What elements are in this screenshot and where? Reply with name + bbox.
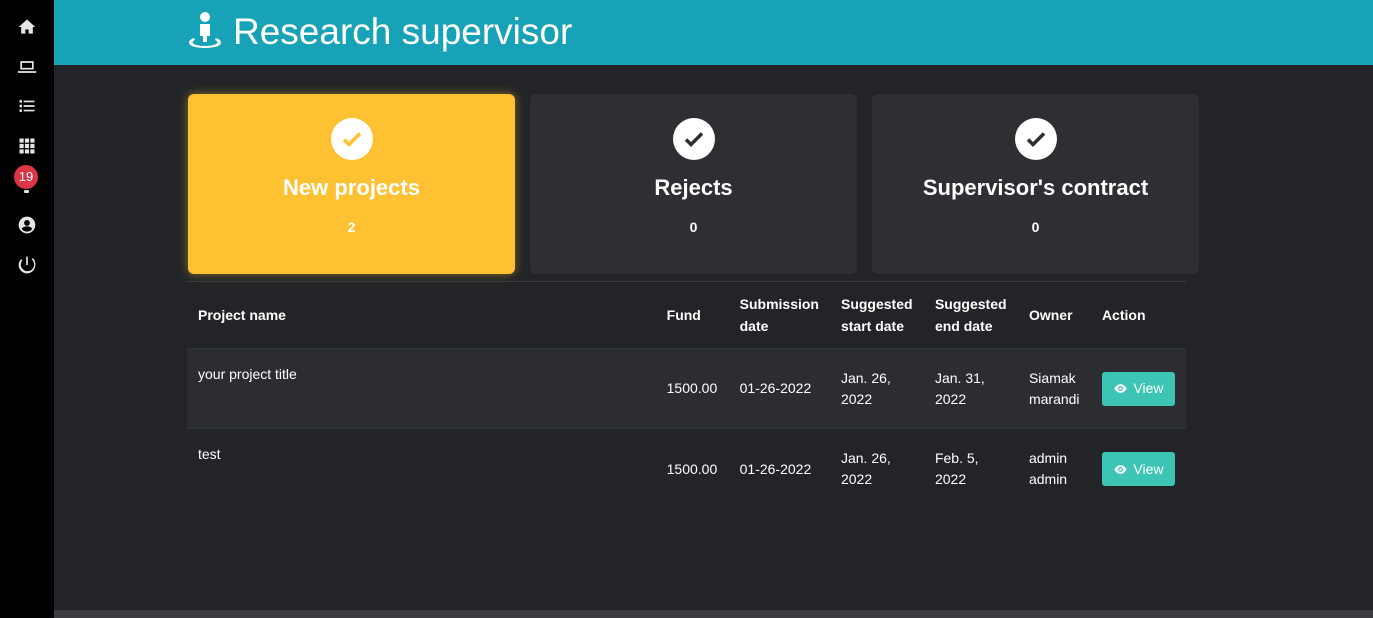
card-title: New projects — [283, 175, 420, 200]
view-button[interactable]: View — [1101, 371, 1175, 406]
footer-bar — [54, 610, 1373, 618]
view-button-label: View — [1133, 460, 1164, 477]
cell-owner: admin admin — [1017, 428, 1091, 509]
grid-icon[interactable] — [15, 134, 39, 158]
projects-table: Project name Fund Submission date Suggest… — [187, 281, 1186, 509]
power-icon[interactable] — [15, 253, 39, 277]
eye-icon — [1114, 384, 1128, 393]
cell-fund: 1500.00 — [655, 428, 729, 509]
cell-line: Jan. 31, — [934, 369, 985, 386]
col-header-submission-date: Submission date — [729, 282, 830, 349]
col-header-start-date: Suggested start date — [830, 282, 924, 349]
page-title: Research supervisor — [233, 11, 573, 52]
user-circle-icon[interactable] — [15, 213, 39, 237]
cell-fund: 1500.00 — [655, 348, 729, 429]
cell-action: View — [1090, 348, 1186, 429]
cell-owner: Siamak marandi — [1017, 348, 1091, 429]
cell-line: Siamak — [1028, 369, 1076, 386]
cell-line: 2022 — [840, 471, 873, 487]
cell-line: admin — [1028, 450, 1068, 466]
card-count: 0 — [689, 219, 698, 235]
cell-line: Jan. 26, — [840, 450, 891, 466]
col-header-owner: Owner — [1028, 307, 1073, 323]
cell-line: Jan. 26, — [840, 369, 891, 386]
card-new-projects[interactable]: New projects 2 — [188, 94, 515, 274]
cell-project-name: test — [187, 428, 656, 509]
card-count: 2 — [347, 219, 356, 235]
cell-line: admin — [1028, 471, 1068, 487]
card-rejects[interactable]: Rejects 0 — [530, 94, 857, 274]
check-circle-icon — [1014, 118, 1057, 160]
card-supervisors-contract[interactable]: Supervisor's contract 0 — [872, 94, 1199, 274]
col-header-action: Action — [1101, 307, 1146, 323]
card-count: 0 — [1031, 219, 1040, 235]
home-icon[interactable] — [15, 15, 39, 39]
card-title: Supervisor's contract — [922, 175, 1149, 200]
view-button-label: View — [1133, 380, 1164, 396]
header-line: date — [739, 318, 769, 334]
header-line: end date — [934, 318, 993, 334]
table-header-row: Project name Fund Submission date Suggest… — [187, 282, 1186, 349]
header-line: start date — [840, 318, 905, 334]
cell-line: Feb. 5, — [934, 450, 979, 466]
list-icon[interactable] — [15, 94, 39, 118]
cell-start-date: Jan. 26, 2022 — [829, 428, 924, 509]
view-button[interactable]: View — [1101, 452, 1175, 486]
notification-badge[interactable]: 19 — [14, 165, 38, 189]
header-line: Suggested — [934, 296, 1007, 312]
table-row: your project title 1500.00 01-26-2022 Ja… — [187, 348, 1186, 429]
header-line: Suggested — [840, 296, 913, 312]
card-title: Rejects — [654, 175, 733, 200]
cell-end-date: Jan. 31, 2022 — [923, 348, 1018, 429]
cell-line: 2022 — [934, 390, 967, 407]
cell-project-name: your project title — [187, 348, 656, 429]
check-circle-icon — [672, 118, 715, 160]
table-row: test 1500.00 01-26-2022 Jan. 26, 2022 Feb… — [187, 428, 1186, 509]
person-location-icon — [186, 11, 224, 49]
header-bar: Research supervisor — [54, 0, 1373, 65]
cell-line: 2022 — [840, 390, 873, 407]
cell-action: View — [1090, 428, 1186, 509]
col-header-fund: Fund — [666, 307, 701, 323]
cell-line: marandi — [1028, 390, 1080, 407]
sidebar: 19 — [0, 0, 54, 618]
cell-start-date: Jan. 26, 2022 — [829, 348, 924, 429]
eye-icon — [1114, 464, 1128, 474]
header-line: Submission — [739, 296, 819, 312]
cell-submission-date: 01-26-2022 — [728, 428, 830, 509]
laptop-icon[interactable] — [15, 55, 39, 79]
cell-line: 2022 — [934, 471, 967, 487]
check-circle-icon — [330, 118, 373, 160]
cell-end-date: Feb. 5, 2022 — [923, 428, 1018, 509]
col-header-project-name: Project name — [198, 307, 286, 323]
cell-submission-date: 01-26-2022 — [728, 348, 830, 429]
bell-icon[interactable] — [24, 190, 29, 193]
col-header-end-date: Suggested end date — [924, 282, 1018, 349]
